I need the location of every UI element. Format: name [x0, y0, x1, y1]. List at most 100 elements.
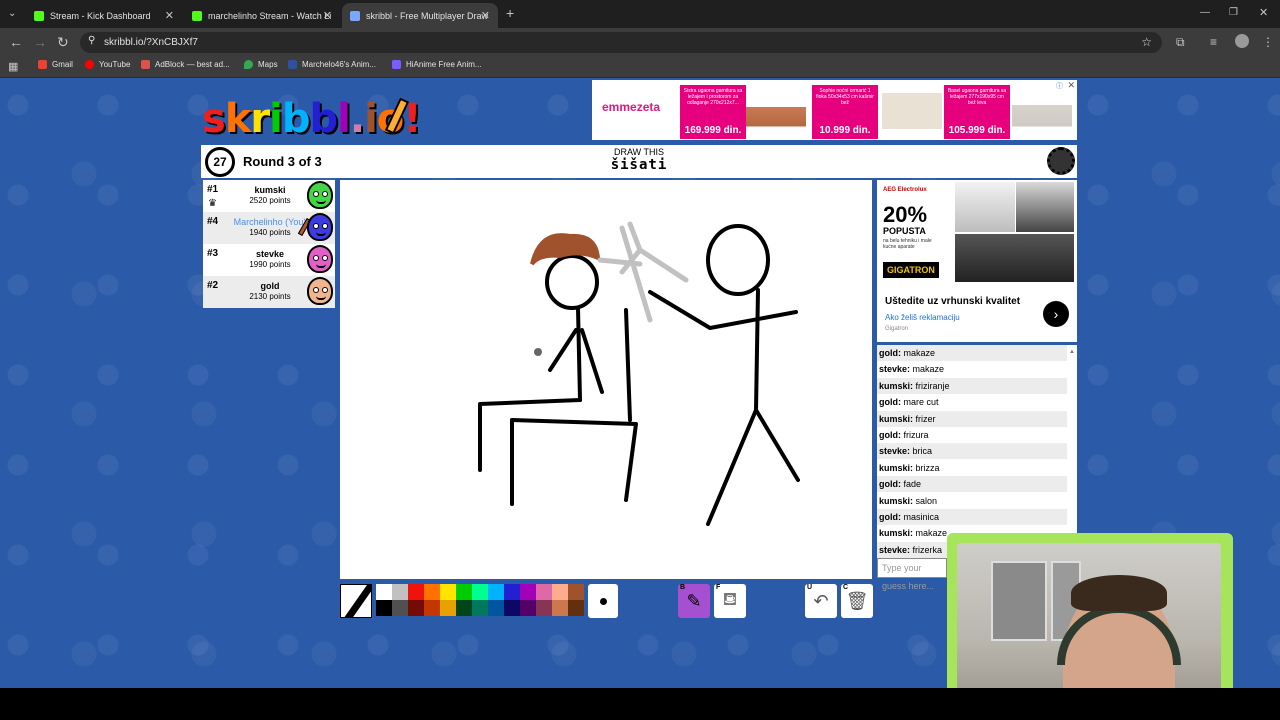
- brush-size-button[interactable]: [588, 584, 618, 618]
- color-swatch[interactable]: [408, 600, 424, 616]
- ad-headline: Uštedite uz vrhunski kvalitet: [885, 296, 1021, 307]
- color-swatch[interactable]: [488, 584, 504, 600]
- tab-kick-stream[interactable]: marchelinho Stream - Watch Li ✕: [184, 3, 340, 28]
- close-icon[interactable]: ✕: [481, 9, 490, 22]
- media-icon[interactable]: ≡: [1210, 34, 1217, 50]
- skribbl-icon: [350, 10, 360, 21]
- color-swatch[interactable]: [536, 584, 552, 600]
- color-swatch[interactable]: [472, 584, 488, 600]
- player-points: 2520 points: [249, 196, 291, 205]
- color-swatch[interactable]: [568, 584, 584, 600]
- close-icon[interactable]: ✕: [165, 9, 174, 22]
- scissors-stroke: [637, 247, 689, 283]
- apps-icon[interactable]: ▦: [8, 59, 18, 75]
- color-swatch[interactable]: [504, 584, 520, 600]
- chair-stroke: [510, 418, 638, 502]
- color-swatch[interactable]: [520, 584, 536, 600]
- adchoices-icon[interactable]: ⓘ: [1056, 81, 1063, 91]
- ad-item[interactable]: Sistra ugaona garnitura sa ležajem i pro…: [680, 85, 746, 139]
- ad-side[interactable]: AEG Electrolux 20% POPUSTA na belu tehni…: [877, 180, 1077, 342]
- extensions-icon[interactable]: ⧉: [1176, 34, 1185, 50]
- color-swatch[interactable]: [552, 600, 568, 616]
- ad-banner-top[interactable]: emmezeta Sistra ugaona garnitura sa leža…: [592, 80, 1077, 140]
- color-swatch[interactable]: [408, 584, 424, 600]
- color-swatch[interactable]: [456, 584, 472, 600]
- color-swatch[interactable]: [424, 584, 440, 600]
- tab-title: marchelinho Stream - Watch Li: [208, 10, 332, 21]
- fill-bucket-icon: ⛾: [722, 589, 738, 609]
- color-swatch[interactable]: [392, 584, 408, 600]
- color-swatch[interactable]: [552, 584, 568, 600]
- settings-gear-icon[interactable]: [1047, 147, 1075, 175]
- chat-message: stevke: makaze: [879, 364, 945, 375]
- color-swatch[interactable]: [440, 584, 456, 600]
- color-swatch[interactable]: [568, 600, 584, 616]
- undo-tool[interactable]: U ↶: [805, 584, 837, 618]
- color-swatch[interactable]: [424, 600, 440, 616]
- gmail-icon: [38, 60, 47, 69]
- close-icon[interactable]: ✕: [323, 9, 332, 22]
- player-row[interactable]: #2 gold 2130 points: [203, 276, 335, 308]
- color-swatch[interactable]: [440, 600, 456, 616]
- tab-skribbl[interactable]: skribbl - Free Multiplayer Draw ✕: [342, 3, 498, 28]
- window-close-icon[interactable]: ✕: [1259, 5, 1268, 21]
- player-points: 2130 points: [249, 292, 291, 301]
- tab-kick-dashboard[interactable]: Stream - Kick Dashboard ✕: [26, 3, 182, 28]
- fill-tool[interactable]: F ⛾: [714, 584, 746, 618]
- restore-icon[interactable]: ❐: [1229, 5, 1238, 21]
- color-swatch[interactable]: [376, 600, 392, 616]
- arm-stroke: [648, 290, 798, 330]
- ad-arrow-button[interactable]: ›: [1043, 301, 1069, 327]
- color-swatch[interactable]: [504, 600, 520, 616]
- color-swatch[interactable]: [456, 600, 472, 616]
- bookmark-adblock[interactable]: AdBlock — best ad...: [141, 60, 230, 69]
- chat-text: makaze: [915, 528, 948, 539]
- logo-letter: k: [224, 96, 252, 142]
- menu-icon[interactable]: ⋮: [1262, 34, 1274, 50]
- bookmark-hianime[interactable]: HiAnime Free Anim...: [392, 60, 482, 69]
- bookmark-star-icon[interactable]: ☆: [1141, 35, 1152, 49]
- player-row[interactable]: #1 ♛ kumski 2520 points: [203, 180, 335, 212]
- bookmark-gmail[interactable]: Gmail: [38, 60, 73, 69]
- address-bar[interactable]: ⚲ skribbl.io/?XnCBJXf7 ☆: [80, 32, 1162, 53]
- drawing-canvas[interactable]: [340, 180, 872, 579]
- forward-icon[interactable]: →: [33, 34, 47, 50]
- chat-scroll-up-icon[interactable]: ▲: [1069, 349, 1075, 355]
- ad-close-icon[interactable]: ✕: [1067, 80, 1075, 91]
- minimize-icon[interactable]: —: [1200, 5, 1210, 21]
- tab-search-icon[interactable]: ⌄: [8, 6, 16, 22]
- color-swatch[interactable]: [392, 600, 408, 616]
- ad-item[interactable]: Sophie noćni ormarić 1 fioka 50x34x53 cm…: [812, 85, 878, 139]
- player-row[interactable]: #4 Marchelinho (You) 1940 points: [203, 212, 335, 244]
- chat-message: kumski: salon: [879, 495, 938, 506]
- new-tab-button[interactable]: +: [506, 5, 514, 21]
- color-swatch[interactable]: [488, 600, 504, 616]
- back-icon[interactable]: ←: [9, 34, 23, 50]
- color-swatch[interactable]: [520, 600, 536, 616]
- pencil-tool[interactable]: B ✎: [678, 584, 710, 618]
- browser-toolbar: ← → ↻ ⚲ skribbl.io/?XnCBJXf7 ☆ ⧉ ≡ ⋮: [0, 28, 1280, 56]
- appliance-image: [955, 182, 1015, 232]
- ad-item[interactable]: Basel ugaona garnitura sa ležajem 277x19…: [944, 85, 1010, 139]
- reload-icon[interactable]: ↻: [57, 34, 69, 50]
- ad-link[interactable]: Ako želiš reklamaciju: [885, 313, 960, 322]
- profile-avatar[interactable]: [1235, 34, 1249, 48]
- color-swatch[interactable]: [472, 600, 488, 616]
- chat-user: gold: [879, 512, 898, 522]
- head-stroke: [706, 224, 770, 296]
- site-info-icon[interactable]: ⚲: [88, 35, 95, 46]
- clear-tool[interactable]: C 🗑: [841, 584, 873, 618]
- chat-message: stevke: brica: [877, 443, 1067, 460]
- appliance-image: [1016, 182, 1074, 232]
- player-row[interactable]: #3 stevke 1990 points: [203, 244, 335, 276]
- bookmark-marchelo-anim[interactable]: Marchelo46's Anim...: [288, 60, 376, 69]
- bookmark-label: AdBlock — best ad...: [155, 60, 230, 69]
- body-stroke: [754, 288, 760, 412]
- bookmark-youtube[interactable]: YouTube: [85, 60, 130, 69]
- color-swatch[interactable]: [536, 600, 552, 616]
- bookmark-maps[interactable]: Maps: [244, 60, 278, 69]
- player-avatar: [307, 245, 333, 273]
- webcam-overlay: [947, 533, 1233, 688]
- color-swatch[interactable]: [376, 584, 392, 600]
- guess-input[interactable]: Type your guess here...: [877, 558, 947, 591]
